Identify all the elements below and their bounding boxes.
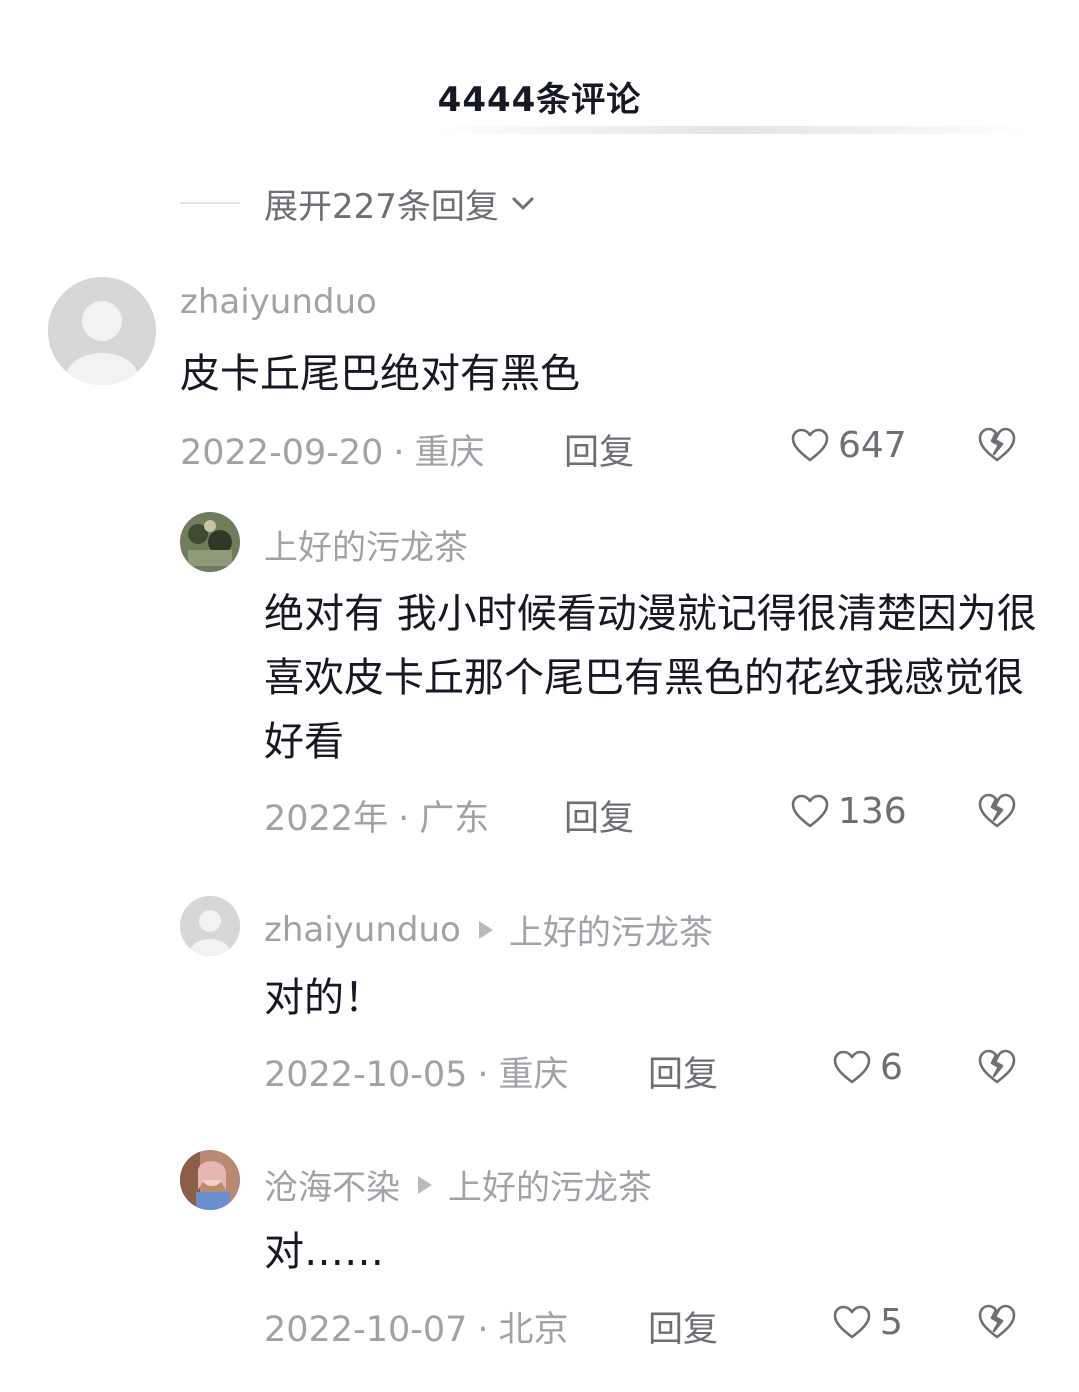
comment-date: 2022-10-07: [264, 1310, 468, 1350]
comment-meta: 2022-09-20 · 重庆: [180, 424, 485, 475]
like-button[interactable]: 647: [790, 425, 907, 466]
comment-count-title: 4444条评论: [437, 80, 642, 120]
reply-to-username: 上好的污龙茶: [508, 913, 713, 953]
comment-meta: 2022-10-07 · 北京: [264, 1301, 569, 1352]
meta-separator: ·: [477, 1310, 489, 1350]
avatar[interactable]: [180, 512, 240, 572]
like-button[interactable]: 5: [832, 1302, 903, 1343]
comment-date: 2022年: [264, 799, 389, 839]
avatar[interactable]: [180, 1150, 240, 1210]
heart-icon: [791, 428, 829, 461]
dislike-broken-heart-icon[interactable]: [976, 1301, 1018, 1343]
like-button[interactable]: 136: [790, 791, 907, 832]
meta-separator: ·: [393, 433, 405, 473]
comment-username[interactable]: zhaiyunduo 上好的污龙茶: [264, 905, 713, 954]
reply-to-username: 上好的污龙茶: [448, 1168, 652, 1208]
comment-username[interactable]: 上好的污龙茶: [264, 520, 468, 569]
expand-replies-button[interactable]: 展开227条回复: [180, 178, 539, 228]
expand-replies-label: 展开227条回复: [264, 186, 499, 227]
comment-meta: 2022-10-05 · 重庆: [264, 1046, 569, 1097]
comment-location: 北京: [498, 1310, 569, 1350]
reply-to-arrow-icon: [418, 1175, 432, 1194]
dislike-broken-heart-icon[interactable]: [976, 1046, 1018, 1088]
photo-avatar-image: [180, 1150, 240, 1210]
heart-icon: [791, 794, 829, 827]
meta-separator: ·: [398, 799, 410, 839]
default-avatar-icon: [48, 277, 156, 385]
comment-text: 对的！: [264, 975, 384, 1021]
photo-avatar-image: [180, 512, 240, 572]
comment-location: 重庆: [498, 1055, 569, 1095]
dislike-broken-heart-icon[interactable]: [976, 424, 1018, 466]
comment-date: 2022-09-20: [180, 433, 384, 473]
comment-location: 重庆: [414, 433, 485, 473]
comment-location: 广东: [419, 799, 490, 839]
comment-text: 对……: [264, 1229, 384, 1275]
like-count: 5: [880, 1302, 903, 1343]
heart-icon: [833, 1050, 871, 1083]
faded-preview-text: [430, 126, 1030, 134]
like-count: 6: [880, 1047, 903, 1088]
comment-username[interactable]: zhaiyunduo: [180, 282, 377, 322]
reply-button[interactable]: 回复: [648, 1046, 718, 1097]
reply-button[interactable]: 回复: [564, 424, 634, 475]
like-count: 136: [838, 791, 907, 832]
reply-button[interactable]: 回复: [564, 790, 634, 841]
comment-username[interactable]: 沧海不染 上好的污龙茶: [264, 1160, 652, 1209]
reply-to-arrow-icon: [478, 920, 493, 939]
expand-divider: [180, 202, 240, 204]
meta-separator: ·: [477, 1055, 489, 1095]
avatar[interactable]: [48, 277, 156, 385]
like-button[interactable]: 6: [832, 1047, 903, 1088]
avatar[interactable]: [180, 896, 240, 956]
comment-text: 皮卡丘尾巴绝对有黑色: [180, 351, 580, 397]
comment-meta: 2022年 · 广东: [264, 790, 489, 841]
like-count: 647: [838, 425, 907, 466]
default-avatar-icon: [180, 896, 240, 956]
heart-icon: [833, 1305, 871, 1338]
comment-date: 2022-10-05: [264, 1055, 468, 1095]
reply-button[interactable]: 回复: [648, 1301, 718, 1352]
comment-text: 绝对有 我小时候看动漫就记得很清楚因为很喜欢皮卡丘那个尾巴有黑色的花纹我感觉很好…: [264, 591, 1037, 765]
dislike-broken-heart-icon[interactable]: [976, 790, 1018, 832]
chevron-down-icon: [512, 197, 534, 210]
